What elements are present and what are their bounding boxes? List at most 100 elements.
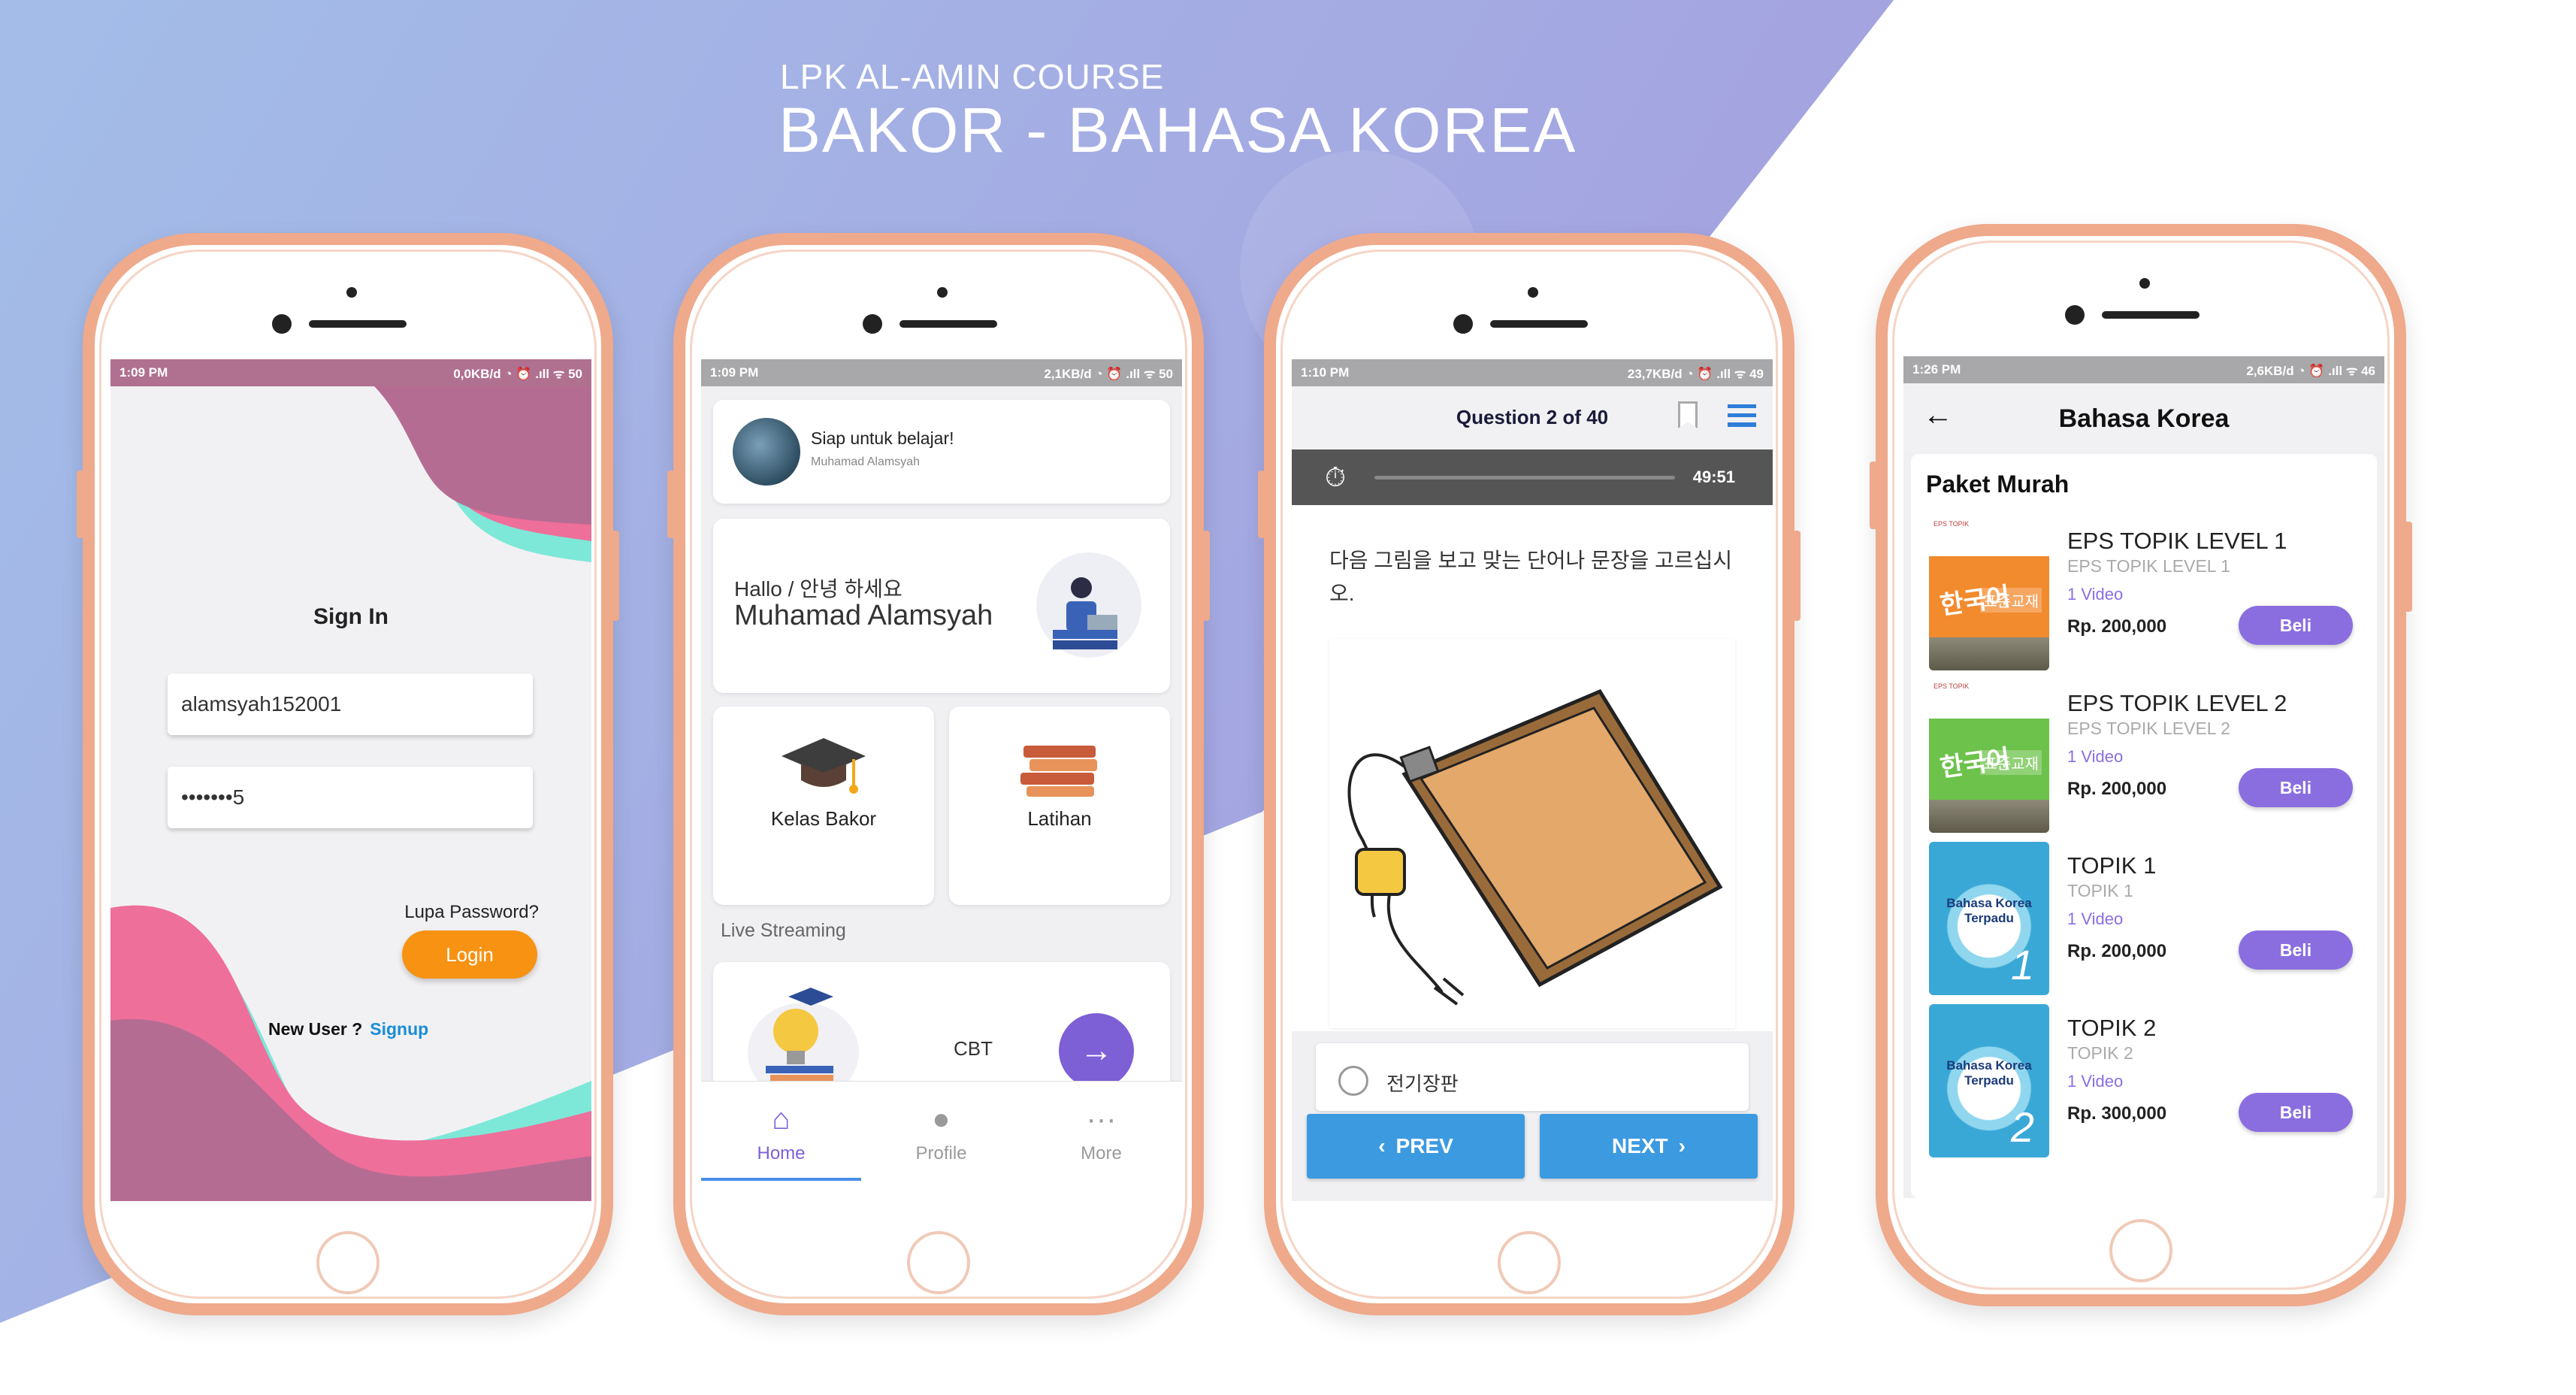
product-price: Rp. 200,000: [2067, 779, 2167, 799]
menu-icon[interactable]: [1728, 404, 1756, 427]
home-icon: ⌂: [772, 1103, 791, 1136]
earpiece-speaker: [309, 320, 407, 328]
buy-button[interactable]: Beli: [2239, 768, 2353, 807]
cbt-arrow-button[interactable]: →: [1059, 1013, 1134, 1088]
promo-title: BAKOR - BAHASA KOREA: [779, 95, 1577, 165]
prev-label: PREV: [1395, 1134, 1453, 1157]
radio-button[interactable]: [1338, 1066, 1368, 1096]
phone-frame-store: 1:26 PM 2,6KB/d ◔ ⏰ .ıll ᯤ 46 ← Bahasa K…: [1870, 224, 2412, 1306]
prev-button[interactable]: ‹ PREV: [1307, 1114, 1525, 1179]
product-subtitle: EPS TOPIK LEVEL 2: [2067, 719, 2230, 738]
home-button[interactable]: [316, 1231, 379, 1294]
tile-latihan-label: Latihan: [1027, 807, 1092, 830]
section-live-streaming: Live Streaming: [721, 920, 846, 941]
login-button[interactable]: Login: [402, 931, 537, 979]
nav-home[interactable]: ⌂ Home: [701, 1082, 861, 1181]
home-button[interactable]: [1498, 1231, 1561, 1294]
next-label: NEXT: [1611, 1134, 1668, 1157]
product-video-count: 1 Video: [2067, 747, 2124, 766]
status-time: 1:09 PM: [710, 365, 759, 380]
answer-option-text: 전기장판: [1386, 1073, 1459, 1095]
product-item[interactable]: Bahasa Korea Terpadu 1 TOPIK 1 TOPIK 1 1…: [1911, 831, 2377, 995]
product-item[interactable]: EPS TOPIK 한국어 표준교재 EPS TOPIK LEVEL 1 EPS…: [1911, 507, 2377, 670]
status-time: 1:09 PM: [119, 365, 168, 380]
product-item[interactable]: EPS TOPIK 한국어 표준교재 EPS TOPIK LEVEL 2 EPS…: [1911, 669, 2377, 833]
front-camera-dot: [2139, 278, 2150, 289]
home-button[interactable]: [2109, 1219, 2172, 1282]
earpiece-speaker: [2102, 311, 2200, 319]
product-price: Rp. 200,000: [2067, 616, 2167, 637]
store-screen: 1:26 PM 2,6KB/d ◔ ⏰ .ıll ᯤ 46 ← Bahasa K…: [1903, 356, 2384, 1198]
nav-profile[interactable]: ● Profile: [861, 1082, 1021, 1179]
earpiece-speaker: [1490, 320, 1588, 328]
status-icons: 23,7KB/d ◔ ⏰ .ıll ᯤ 49: [1627, 366, 1764, 381]
product-name: EPS TOPIK LEVEL 1: [2067, 528, 2287, 554]
nav-active-indicator: [701, 1178, 861, 1181]
page-title: Bahasa Korea: [2058, 404, 2230, 433]
product-name: TOPIK 1: [2067, 852, 2157, 879]
front-camera: [1453, 314, 1473, 334]
book-cover: Bahasa Korea Terpadu 2: [1929, 1004, 2049, 1157]
home-button[interactable]: [907, 1231, 970, 1294]
book-cover-label: EPS TOPIK: [1929, 517, 2049, 556]
front-camera-dot: [1528, 287, 1538, 298]
user-name-small: Muhamad Alamsyah: [811, 455, 920, 468]
nav-profile-label: Profile: [915, 1143, 967, 1164]
status-bar: 1:10 PM 23,7KB/d ◔ ⏰ .ıll ᯤ 49: [1292, 359, 1773, 386]
more-icon: ···: [1086, 1103, 1117, 1136]
hallo-text: Hallo / 안녕 하세요: [734, 577, 903, 601]
status-icons: 2,1KB/d ◔ ⏰ .ıll ᯤ 50: [1044, 366, 1173, 381]
tile-latihan[interactable]: Latihan: [949, 707, 1170, 905]
username-field[interactable]: alamsyah152001: [168, 673, 533, 735]
password-field[interactable]: •••••••5: [168, 767, 533, 828]
product-subtitle: TOPIK 2: [2067, 1043, 2133, 1063]
status-bar: 1:09 PM 0,0KB/d ◔ ⏰ .ıll ᯤ 50: [110, 359, 591, 386]
front-camera: [2065, 305, 2085, 325]
status-bar: 1:09 PM 2,1KB/d ◔ ⏰ .ıll ᯤ 50: [701, 359, 1182, 386]
buy-button[interactable]: Beli: [2239, 931, 2353, 970]
status-time: 1:26 PM: [1912, 362, 1961, 377]
book-cover-title: Bahasa Korea Terpadu: [1946, 896, 2032, 925]
signup-link[interactable]: Signup: [370, 1019, 428, 1039]
phone-frame-question: 1:10 PM 23,7KB/d ◔ ⏰ .ıll ᯤ 49 Question …: [1258, 233, 1800, 1315]
front-camera-dot: [937, 287, 948, 298]
question-body: 다음 그림을 보고 맞는 단어나 문장을 고르십시오.: [1292, 505, 1773, 1031]
promo-subtitle: LPK AL-AMIN COURSE: [780, 57, 1165, 96]
question-screen: 1:10 PM 23,7KB/d ◔ ⏰ .ıll ᯤ 49 Question …: [1292, 359, 1773, 1201]
product-panel: Paket Murah EPS TOPIK 한국어 표준교재 EPS TOPIK…: [1911, 454, 2377, 1198]
profile-card[interactable]: Siap untuk belajar! Muhamad Alamsyah: [713, 400, 1170, 504]
product-subtitle: TOPIK 1: [2067, 881, 2133, 900]
cbt-label: CBT: [954, 1037, 993, 1060]
person-icon: ●: [932, 1103, 951, 1136]
book-cover-tag: 표준교재: [1980, 588, 2042, 613]
product-item[interactable]: Bahasa Korea Terpadu 2 TOPIK 2 TOPIK 2 1…: [1911, 994, 2377, 1157]
new-user-label: New User ?: [268, 1019, 363, 1039]
nav-more[interactable]: ··· More: [1021, 1082, 1181, 1179]
forgot-password-link[interactable]: Lupa Password?: [404, 902, 539, 923]
question-image: [1329, 639, 1735, 1028]
front-camera-dot: [346, 287, 357, 298]
answer-option-1[interactable]: 전기장판: [1316, 1043, 1749, 1111]
books-icon: [1020, 746, 1097, 797]
product-video-count: 1 Video: [2067, 585, 2124, 604]
electric-blanket-illustration: [1347, 688, 1723, 1006]
product-video-count: 1 Video: [2067, 909, 2124, 928]
front-camera: [272, 314, 292, 334]
nav-more-label: More: [1081, 1143, 1122, 1164]
timer-text: 49:51: [1692, 468, 1735, 486]
front-camera: [863, 314, 882, 334]
product-price: Rp. 200,000: [2067, 941, 2167, 961]
welcome-card: Hallo / 안녕 하세요 Muhamad Alamsyah: [713, 519, 1170, 693]
stopwatch-icon: ⏱: [1325, 461, 1347, 492]
page-title: Sign In: [313, 604, 389, 629]
book-cover-number: 2: [2010, 1103, 2034, 1151]
status-icons: 0,0KB/d ◔ ⏰ .ıll ᯤ 50: [453, 366, 582, 381]
book-cover-tag: 표준교재: [1980, 750, 2042, 775]
question-counter: Question 2 of 40: [1456, 406, 1609, 428]
book-cover: EPS TOPIK 한국어 표준교재: [1929, 517, 2049, 670]
tile-kelas-bakor[interactable]: Kelas Bakor: [713, 707, 934, 905]
buy-button[interactable]: Beli: [2239, 606, 2353, 645]
new-user-row: New User ? Signup: [268, 1019, 428, 1039]
next-button[interactable]: NEXT ›: [1540, 1114, 1758, 1179]
buy-button[interactable]: Beli: [2239, 1093, 2353, 1132]
